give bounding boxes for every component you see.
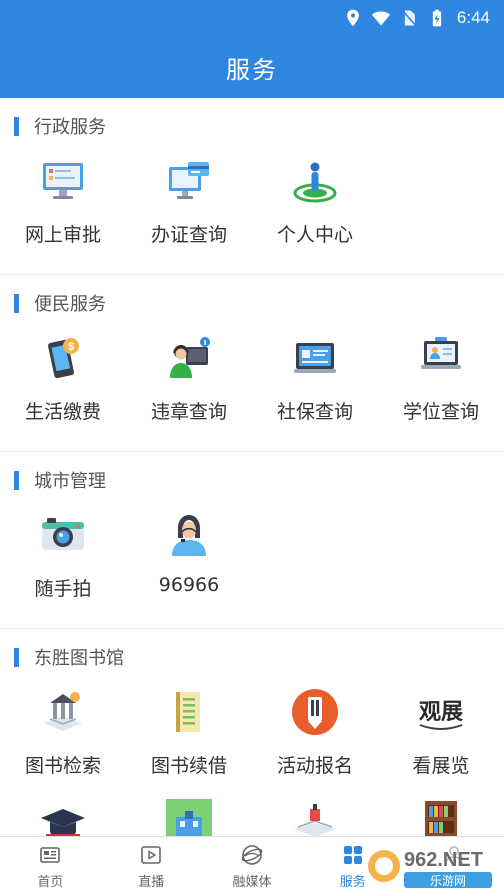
graduation-cap-icon xyxy=(41,809,85,836)
hotline-operator-icon xyxy=(172,515,206,556)
section-accent-bar xyxy=(14,647,19,667)
service-book-renew[interactable]: 图书续借 xyxy=(126,685,252,797)
nav-media[interactable]: 融媒体 xyxy=(202,837,303,896)
online-approval-icon xyxy=(43,163,83,199)
library-item-bookshelf[interactable] xyxy=(378,797,504,836)
service-label: 个人中心 xyxy=(276,224,353,246)
nav-label: 直播 xyxy=(138,875,165,890)
service-certificate-query[interactable]: 办证查询 xyxy=(126,154,252,266)
service-hotline-96966[interactable]: 96966 xyxy=(126,508,252,620)
service-degree-query[interactable]: 学位查询 xyxy=(378,331,504,443)
nav-label: 首页 xyxy=(37,875,64,890)
nav-profile[interactable]: 我的 xyxy=(403,837,504,896)
library-item-graduation[interactable] xyxy=(0,797,126,836)
certificate-query-icon xyxy=(169,162,209,199)
battery-charging-icon xyxy=(432,9,442,27)
service-label: 随手拍 xyxy=(34,578,92,600)
library-item-reading[interactable] xyxy=(252,797,378,836)
live-play-icon xyxy=(141,846,161,864)
service-label: 看展览 xyxy=(412,755,470,777)
violation-query-icon xyxy=(170,337,210,378)
degree-query-icon xyxy=(421,337,461,369)
service-label: 网上审批 xyxy=(24,224,101,246)
services-grid-icon xyxy=(343,846,362,864)
page-title: 服务 xyxy=(226,55,278,84)
service-label: 图书检索 xyxy=(24,755,101,777)
service-label: 违章查询 xyxy=(150,401,227,423)
service-personal-center[interactable]: 个人中心 xyxy=(252,154,378,266)
section-header: 城市管理 xyxy=(0,452,504,508)
book-renew-icon xyxy=(176,692,200,732)
bottom-nav: 首页 直播 融媒体 服务 我的 xyxy=(0,836,504,896)
service-online-approval[interactable]: 网上审批 xyxy=(0,154,126,266)
wifi-icon xyxy=(371,11,391,26)
profile-icon xyxy=(444,846,463,865)
nav-live[interactable]: 直播 xyxy=(101,837,202,896)
service-label: 96966 xyxy=(158,574,220,596)
service-exhibition[interactable]: 观展 看展览 xyxy=(378,685,504,797)
section-dongsheng-library: 东胜图书馆 图书检索 图书续借 活动报名 观展 看展览 xyxy=(0,629,504,836)
service-snapshot[interactable]: 随手拍 xyxy=(0,508,126,620)
nav-services[interactable]: 服务 xyxy=(302,837,403,896)
event-signup-icon xyxy=(292,689,338,735)
service-label: 生活缴费 xyxy=(24,401,101,423)
social-security-icon xyxy=(294,343,336,373)
nav-home[interactable]: 首页 xyxy=(0,837,101,896)
section-title: 便民服务 xyxy=(34,294,106,315)
section-header: 东胜图书馆 xyxy=(0,629,504,685)
service-social-security[interactable]: 社保查询 xyxy=(252,331,378,443)
section-header: 行政服务 xyxy=(0,98,504,154)
nav-label: 我的 xyxy=(440,875,467,890)
service-label: 社保查询 xyxy=(276,401,353,423)
section-accent-bar xyxy=(14,470,19,490)
open-book-icon xyxy=(294,804,336,836)
library-building-icon xyxy=(166,799,212,836)
section-city-management: 城市管理 随手拍 96966 xyxy=(0,452,504,629)
book-search-icon xyxy=(44,692,82,731)
service-label: 图书续借 xyxy=(150,755,227,777)
exhibition-icon: 观展 xyxy=(419,699,463,730)
service-bill-payment[interactable]: $ 生活缴费 xyxy=(0,331,126,443)
section-accent-bar xyxy=(14,116,19,136)
nav-label: 融媒体 xyxy=(232,875,272,890)
svg-text:$: $ xyxy=(68,341,74,353)
section-accent-bar xyxy=(14,293,19,313)
service-label: 学位查询 xyxy=(402,401,479,423)
status-time: 6:44 xyxy=(456,8,490,27)
nav-label: 服务 xyxy=(339,875,366,890)
service-event-signup[interactable]: 活动报名 xyxy=(252,685,378,797)
bookshelf-icon xyxy=(425,801,457,836)
service-violation-query[interactable]: 违章查询 xyxy=(126,331,252,443)
home-icon xyxy=(40,847,61,863)
section-title: 行政服务 xyxy=(34,117,106,138)
camera-icon xyxy=(42,518,84,550)
service-label: 活动报名 xyxy=(276,755,353,777)
services-content[interactable]: 行政服务 网上审批 办证查询 个人中心 便民服务 $ 生活缴费 违章查询 社保查… xyxy=(0,98,504,836)
library-item-building[interactable] xyxy=(126,797,252,836)
service-label: 办证查询 xyxy=(150,224,227,246)
status-bar: 6:44 xyxy=(0,0,504,36)
no-sim-icon xyxy=(402,10,417,27)
section-admin-services: 行政服务 网上审批 办证查询 个人中心 xyxy=(0,98,504,275)
section-title: 东胜图书馆 xyxy=(34,648,124,669)
bill-payment-icon: $ xyxy=(48,338,79,379)
section-header: 便民服务 xyxy=(0,275,504,331)
service-book-search[interactable]: 图书检索 xyxy=(0,685,126,797)
section-convenience-services: 便民服务 $ 生活缴费 违章查询 社保查询 学位查询 xyxy=(0,275,504,452)
app-header: 服务 xyxy=(0,36,504,98)
section-title: 城市管理 xyxy=(34,471,106,492)
personal-center-icon xyxy=(293,162,337,203)
svg-text:观展: 观展 xyxy=(419,699,463,725)
media-globe-icon xyxy=(241,845,263,865)
location-icon xyxy=(347,9,359,27)
